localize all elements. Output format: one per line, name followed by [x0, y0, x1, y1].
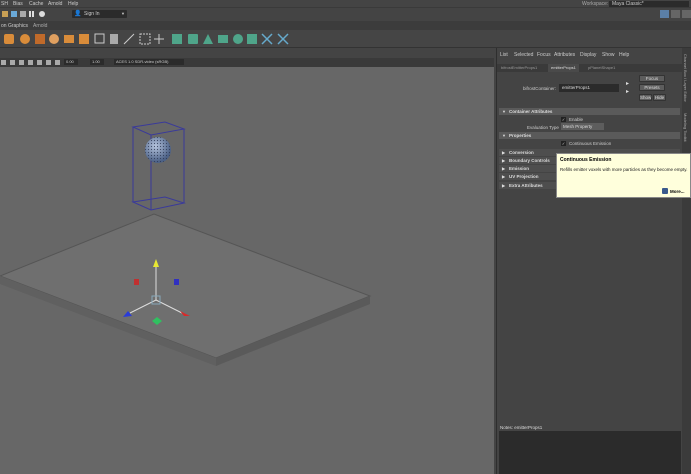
exposure-field[interactable]: 0.00: [64, 59, 78, 65]
ae-menu-show[interactable]: Show: [602, 52, 615, 58]
arrow-down-icon[interactable]: ▸: [626, 88, 629, 95]
arrow-right-icon[interactable]: ▸: [626, 80, 629, 87]
section-label: Boundary Controls: [509, 158, 550, 163]
menu-arnold[interactable]: Arnold: [48, 1, 62, 7]
presets-button[interactable]: Presets: [639, 84, 665, 91]
tab-channel-box[interactable]: Channel Box / Layer Editor: [683, 54, 688, 102]
enable-label: Enable: [569, 117, 584, 122]
shelf-icons[interactable]: [2, 32, 302, 46]
ground-plane: [0, 213, 372, 359]
menu-sh[interactable]: SH: [1, 1, 8, 7]
section-label: Extra Attributes: [509, 183, 543, 188]
tab-graphics[interactable]: on Graphics: [1, 23, 28, 29]
ae-menu-help[interactable]: Help: [619, 52, 629, 58]
tab-pplanet-shape[interactable]: pPlanetShape1: [585, 64, 618, 72]
more-link[interactable]: More...: [670, 189, 685, 194]
collapse-triangle-icon: ▶: [502, 150, 506, 155]
tab-bifrost-emitter-props[interactable]: bifrostEmitterProps1: [498, 64, 540, 72]
section-container-attributes[interactable]: ▼ Container Attributes: [499, 108, 680, 115]
continuous-emission-checkbox[interactable]: ✓: [561, 141, 566, 146]
menu-bar: SH Bias Cache Arnold Help Workspace: May…: [0, 0, 691, 8]
ae-menu-selected[interactable]: Selected: [514, 52, 533, 58]
viewport-toolbar: 0.00 1.00 ACES 1.0 SDR-video (sRGB): [0, 58, 494, 67]
node-tabs: bifrostEmitterProps1 emitterProps1 pPlan…: [497, 64, 683, 72]
section-label: Container Attributes: [509, 109, 553, 114]
status-line-icons[interactable]: [2, 10, 62, 19]
continuous-emission-label: Continuous Emission: [569, 141, 612, 146]
section-label: Conversion: [509, 150, 534, 155]
collapse-triangle-icon: ▶: [502, 166, 506, 171]
toggle-attribute-editor-button[interactable]: [660, 10, 669, 18]
viewport[interactable]: [0, 67, 494, 474]
tooltip-body: Refills emitter voxels with more particl…: [560, 167, 688, 172]
workspace-label: Workspace:: [582, 1, 609, 7]
collapse-triangle-icon: ▶: [502, 158, 506, 163]
ae-menu-attributes[interactable]: Attributes: [554, 52, 575, 58]
emitter-sphere-particles: [145, 137, 171, 163]
tooltip-title: Continuous Emission: [560, 157, 612, 163]
menu-bias[interactable]: Bias: [13, 1, 23, 7]
hide-button[interactable]: Hide: [653, 94, 666, 101]
shelf-tabs: on Graphics Arnold: [0, 21, 691, 30]
ae-menu-display[interactable]: Display: [580, 52, 596, 58]
side-tabs: Channel Box / Layer Editor Modeling Tool…: [682, 48, 691, 474]
user-icon: 👤: [74, 11, 82, 17]
menu-cache[interactable]: Cache: [29, 1, 43, 7]
container-label: bifrostContainer:: [523, 86, 557, 91]
status-line: 👤 Sign In ▼: [0, 8, 691, 21]
scene[interactable]: [0, 67, 494, 474]
tab-arnold[interactable]: Arnold: [33, 23, 47, 29]
toggle-channel-box-button[interactable]: [682, 10, 691, 18]
emitter-bounding-box: [131, 121, 186, 211]
expand-triangle-icon: ▼: [502, 109, 506, 114]
chevron-down-icon: ▼: [121, 11, 125, 16]
container-field[interactable]: emitterProps1: [559, 84, 619, 92]
sign-in-button[interactable]: 👤 Sign In ▼: [72, 10, 127, 18]
attribute-editor: List Selected Focus Attributes Display S…: [496, 48, 683, 474]
viewport-tool-icons[interactable]: [0, 59, 62, 66]
evaluation-type-select[interactable]: Mesh Property: [561, 123, 604, 130]
help-icon: [662, 188, 668, 194]
collapse-triangle-icon: ▶: [502, 183, 506, 188]
menu-help[interactable]: Help: [68, 1, 78, 7]
tab-modeling-toolkit[interactable]: Modeling Toolkit: [683, 113, 688, 142]
tab-emitter-props[interactable]: emitterProps1: [548, 64, 579, 72]
workspace-select[interactable]: Maya Classic*: [609, 1, 689, 7]
tooltip: Continuous Emission Refills emitter voxe…: [556, 153, 691, 198]
gamma-field[interactable]: 1.00: [90, 59, 104, 65]
enable-checkbox[interactable]: ✓: [561, 117, 566, 122]
collapse-triangle-icon: ▶: [502, 174, 506, 179]
colorspace-select[interactable]: ACES 1.0 SDR-video (sRGB): [114, 59, 184, 65]
section-properties[interactable]: ▼ Properties: [499, 132, 680, 139]
evaluation-type-label: Evaluation Type: [527, 125, 559, 130]
shelf: [0, 30, 691, 48]
section-label: UV Projection: [509, 174, 539, 179]
ae-menu-list[interactable]: List: [500, 52, 508, 58]
show-button[interactable]: Show: [639, 94, 652, 101]
notes-label: Notes: emitterProps1: [500, 425, 543, 430]
section-label: Emission: [509, 166, 530, 171]
expand-triangle-icon: ▼: [502, 133, 506, 138]
notes-textarea[interactable]: [499, 431, 681, 474]
section-label: Properties: [509, 133, 532, 138]
ae-menu-focus[interactable]: Focus: [537, 52, 551, 58]
toggle-tool-settings-button[interactable]: [671, 10, 680, 18]
focus-button[interactable]: Focus: [639, 75, 665, 82]
sign-in-label: Sign In: [84, 11, 100, 17]
